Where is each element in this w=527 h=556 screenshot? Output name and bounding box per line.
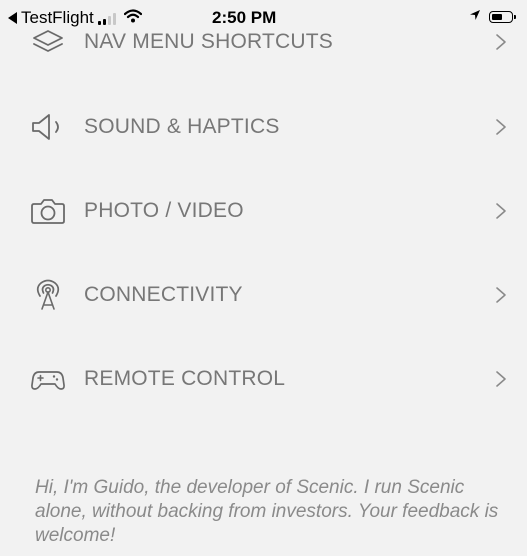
chevron-right-icon (495, 32, 507, 52)
menu-item-connectivity[interactable]: CONNECTIVITY (0, 265, 527, 325)
menu-item-label: REMOTE CONTROL (84, 367, 286, 390)
gamepad-icon (30, 363, 66, 395)
chevron-right-icon (495, 285, 507, 305)
menu-item-sound-haptics[interactable]: SOUND & HAPTICS (0, 97, 527, 157)
antenna-icon (30, 279, 66, 311)
menu-item-label: NAV MENU SHORTCUTS (84, 30, 334, 53)
speaker-icon (30, 111, 66, 143)
menu-item-label: CONNECTIVITY (84, 283, 243, 306)
developer-note: Hi, I'm Guido, the developer of Scenic. … (35, 477, 499, 546)
menu-item-label: PHOTO / VIDEO (84, 199, 244, 222)
chevron-right-icon (495, 369, 507, 389)
chevron-right-icon (495, 117, 507, 137)
menu-item-label: SOUND & HAPTICS (84, 115, 280, 138)
camera-icon (30, 195, 66, 227)
menu-item-nav-menu-shortcuts[interactable]: NAV MENU SHORTCUTS (0, 14, 527, 74)
menu-item-remote-control[interactable]: REMOTE CONTROL (0, 349, 527, 409)
chevron-right-icon (495, 201, 507, 221)
layers-icon (30, 28, 66, 60)
menu-item-photo-video[interactable]: PHOTO / VIDEO (0, 181, 527, 241)
